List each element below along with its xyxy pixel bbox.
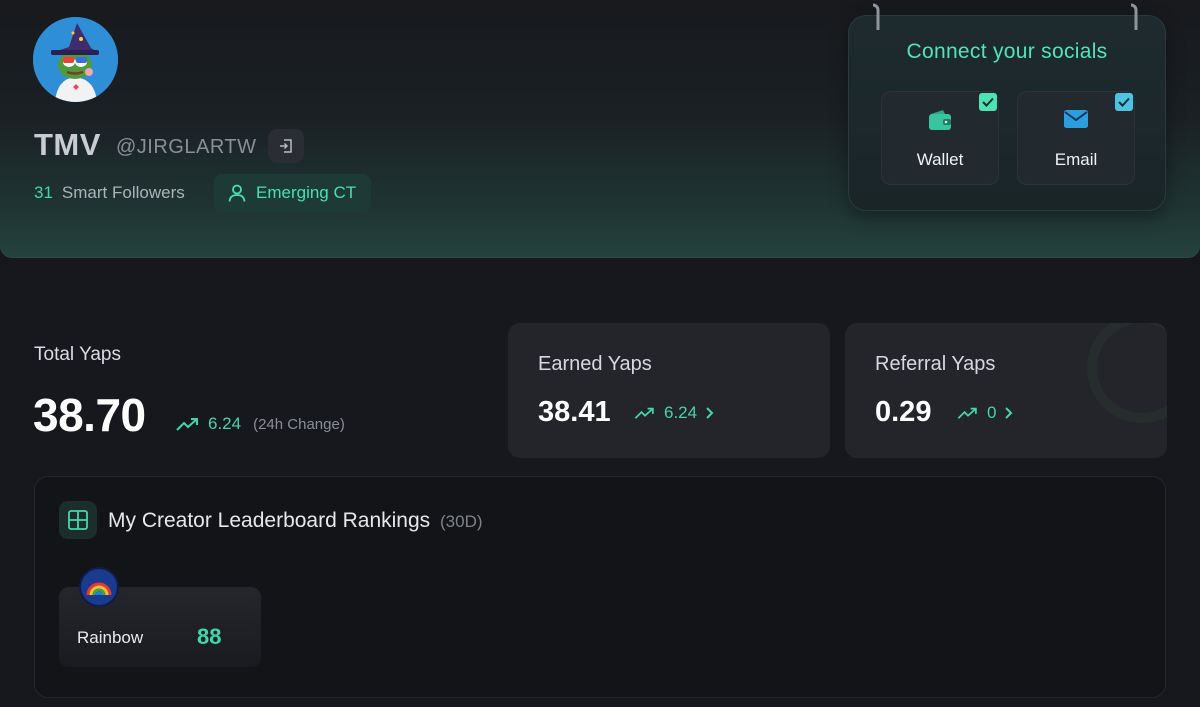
followers-label: Smart Followers bbox=[61, 183, 185, 202]
logout-icon bbox=[280, 139, 292, 153]
socials-title: Connect your socials bbox=[906, 40, 1108, 63]
profile-header: TMV @JIRGLARTW 31 Smart Followers Emergi… bbox=[0, 0, 1200, 258]
earned-yaps-card[interactable]: Earned Yaps 38.41 6.24 bbox=[508, 323, 830, 458]
trend-up-icon bbox=[957, 407, 977, 419]
rankings-title: My Creator Leaderboard Rankings (30D) bbox=[108, 509, 483, 533]
leaderboard-rankings-panel: My Creator Leaderboard Rankings (30D) Ra… bbox=[34, 476, 1166, 698]
earned-yaps-change: 6.24 bbox=[634, 403, 715, 423]
referral-yaps-change: 0 bbox=[957, 403, 1014, 423]
earned-yaps-value: 38.41 bbox=[538, 396, 611, 428]
connect-email-button[interactable]: Email bbox=[1017, 91, 1135, 185]
earned-change-value: 6.24 bbox=[664, 403, 698, 422]
wallet-icon bbox=[929, 110, 951, 130]
trend-up-icon bbox=[634, 407, 654, 419]
ranking-score: 88 bbox=[197, 624, 222, 649]
smart-followers[interactable]: 31 Smart Followers bbox=[34, 183, 185, 203]
layout-grid-icon bbox=[59, 501, 97, 539]
referral-change-value: 0 bbox=[987, 403, 997, 422]
binder-ring-icon bbox=[1130, 3, 1138, 30]
logout-button[interactable] bbox=[268, 129, 304, 163]
connect-socials-card: Connect your socials Wallet Email bbox=[848, 3, 1166, 211]
handle: @JIRGLARTW bbox=[116, 136, 257, 158]
email-icon bbox=[1064, 110, 1088, 128]
pepe-wizard-avatar-icon bbox=[33, 17, 118, 102]
email-label: Email bbox=[1054, 150, 1098, 169]
earned-yaps-label: Earned Yaps bbox=[538, 353, 652, 375]
change-period-note: (24h Change) bbox=[253, 415, 345, 433]
avatar[interactable] bbox=[33, 17, 118, 102]
trend-up-icon bbox=[176, 418, 198, 431]
rainbow-icon bbox=[79, 567, 119, 607]
followers-count: 31 bbox=[34, 183, 53, 202]
badge-label: Emerging CT bbox=[256, 183, 357, 202]
referral-yaps-card[interactable]: Referral Yaps 0.29 0 bbox=[845, 323, 1167, 458]
referral-yaps-value: 0.29 bbox=[875, 396, 932, 428]
chevron-right-icon[interactable] bbox=[1004, 406, 1014, 420]
rankings-title-text: My Creator Leaderboard Rankings bbox=[108, 509, 431, 532]
total-change-value: 6.24 bbox=[208, 414, 242, 433]
user-icon bbox=[228, 184, 246, 202]
total-yaps-value: 38.70 bbox=[33, 389, 146, 441]
connect-wallet-button[interactable]: Wallet bbox=[881, 91, 999, 185]
display-name: TMV bbox=[34, 127, 101, 162]
ranking-name: Rainbow bbox=[77, 628, 144, 647]
rankings-period: (30D) bbox=[440, 512, 483, 531]
decorative-circle bbox=[1087, 323, 1167, 423]
binder-ring-icon bbox=[872, 3, 880, 30]
total-yaps-change: 6.24 (24h Change) bbox=[176, 414, 345, 434]
total-yaps-label: Total Yaps bbox=[34, 344, 121, 365]
status-badge: Emerging CT bbox=[214, 174, 372, 212]
referral-yaps-label: Referral Yaps bbox=[875, 353, 996, 375]
wallet-label: Wallet bbox=[916, 150, 964, 169]
chevron-right-icon[interactable] bbox=[705, 406, 715, 420]
